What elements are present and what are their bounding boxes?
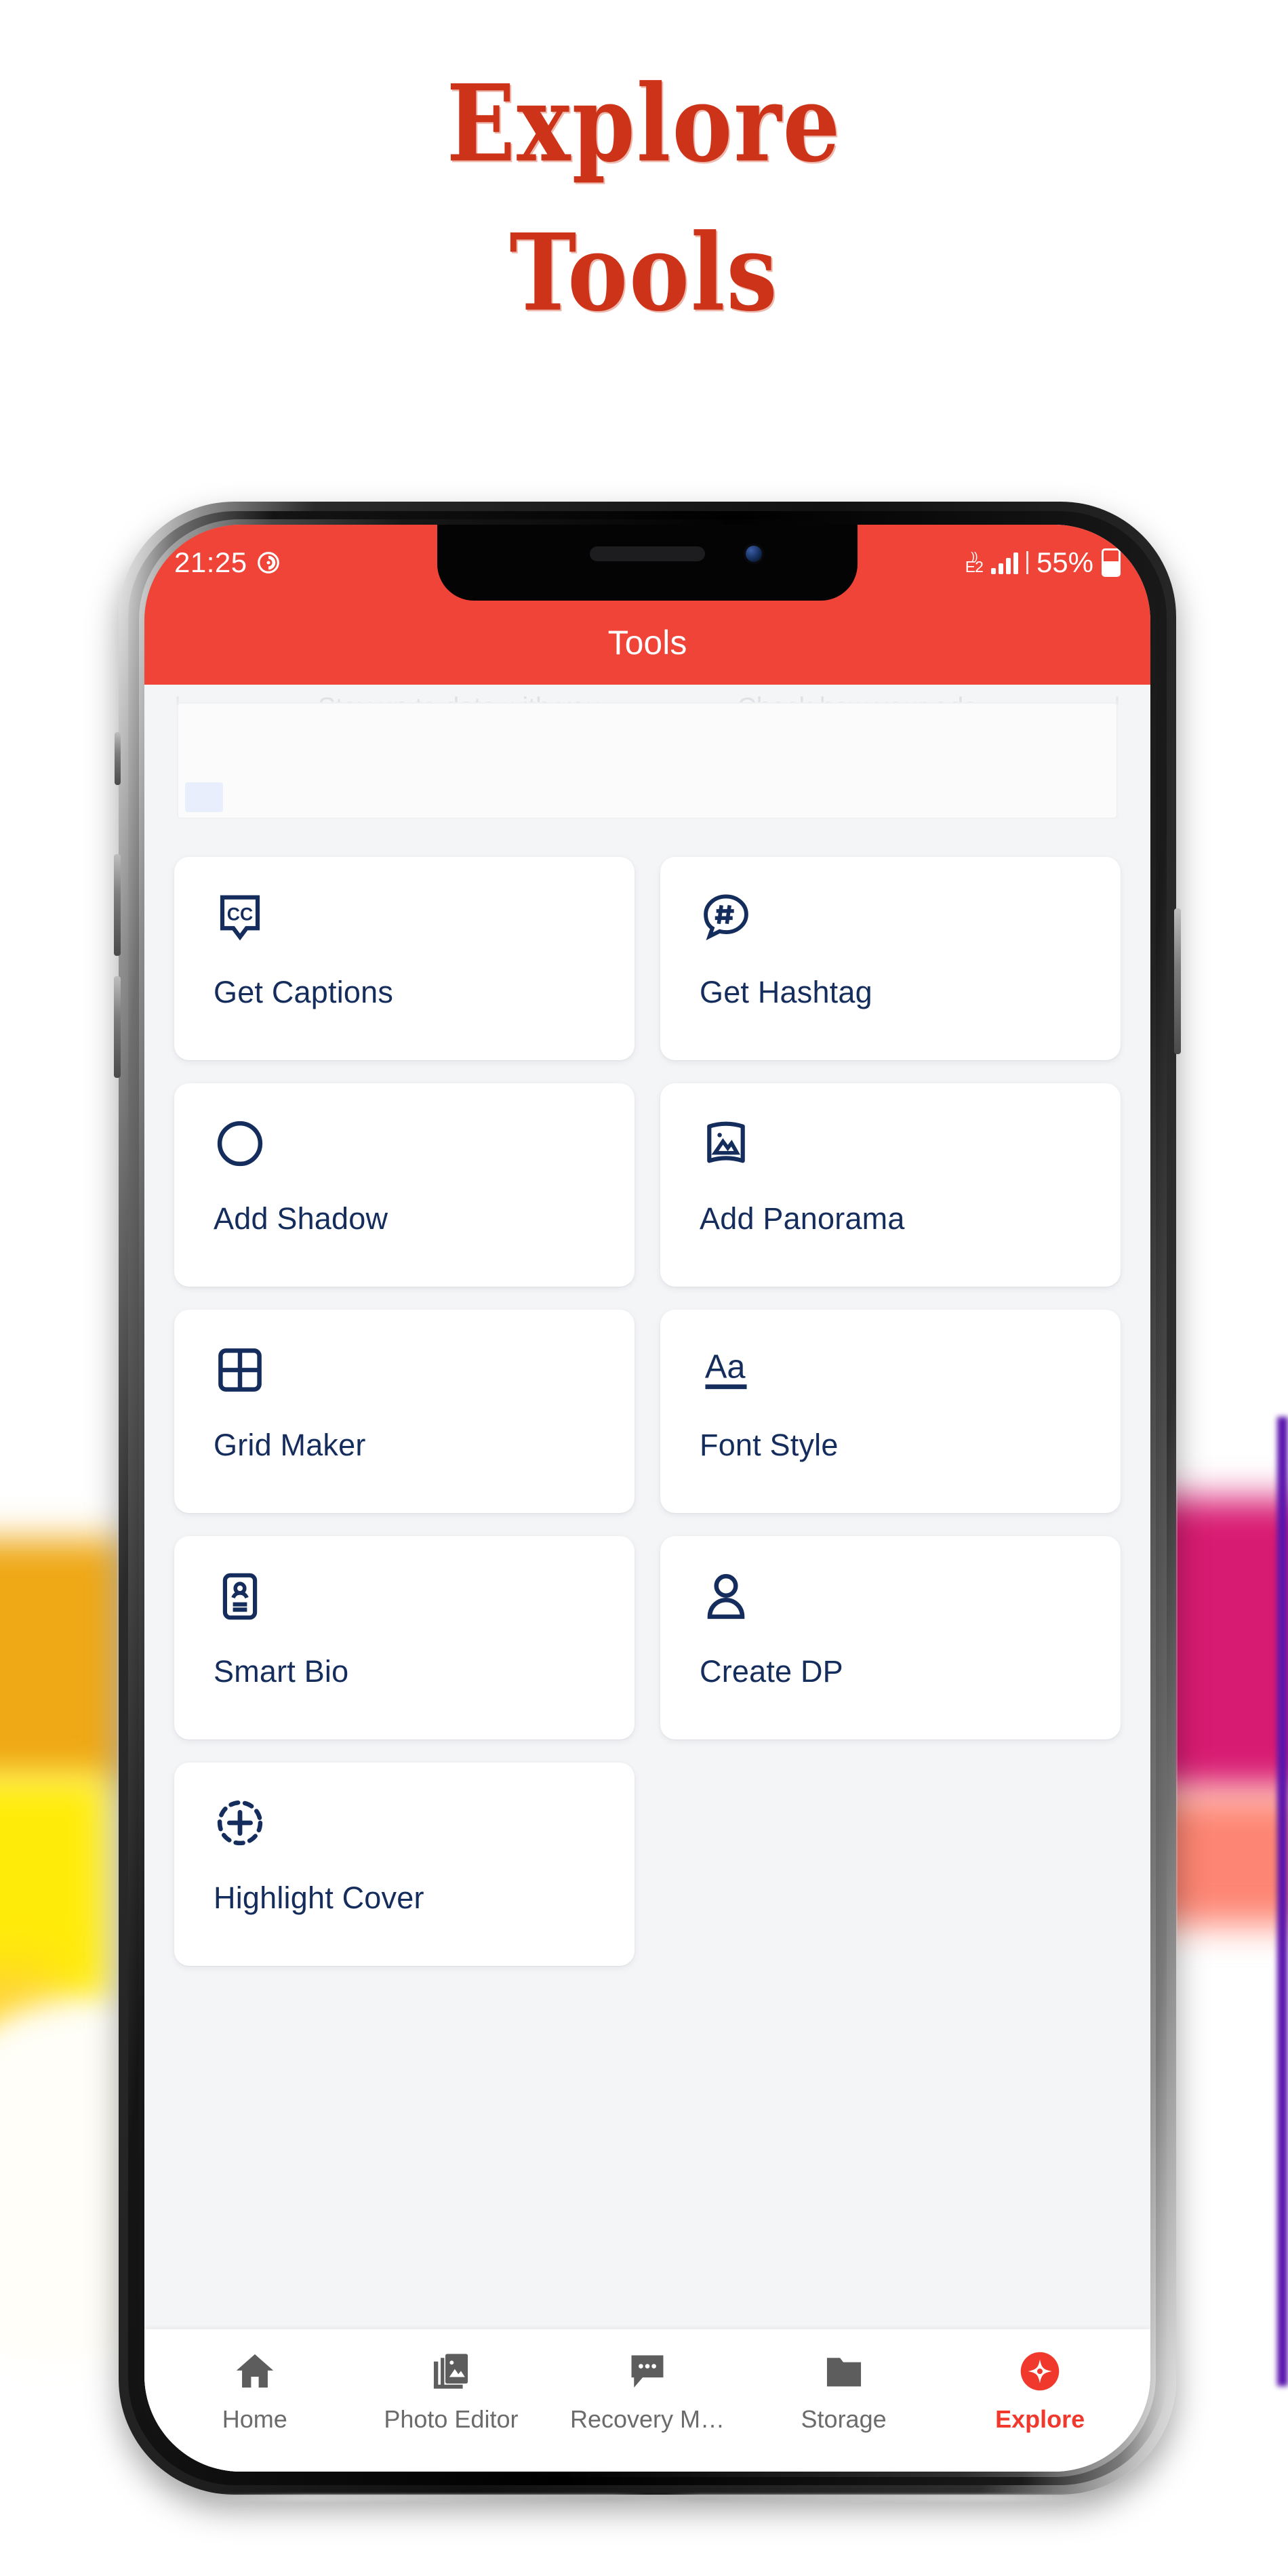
grid-2x2-icon	[214, 1344, 266, 1396]
volume-down-button[interactable]	[114, 976, 121, 1078]
tool-card-label: Smart Bio	[214, 1654, 349, 1689]
alarm-icon	[256, 550, 281, 576]
ad-ghost-box	[177, 702, 1118, 819]
promo-headline-line-2: Tools	[509, 211, 779, 336]
app-bar-title: Tools	[607, 624, 687, 662]
tool-card-label: Get Captions	[214, 975, 394, 1009]
tools-grid: Get Captions Get Hashtag Add Shadow Add Pan…	[174, 857, 1121, 1966]
tool-card-label: Create DP	[700, 1654, 843, 1689]
tool-card-add-shadow[interactable]: Add Shadow	[174, 1083, 635, 1287]
power-button[interactable]	[1174, 908, 1181, 1054]
panorama-icon	[700, 1117, 752, 1170]
blob-yellow-dark	[0, 1539, 122, 1783]
nav-item-label: Storage	[801, 2405, 887, 2433]
font-aa-icon	[700, 1344, 752, 1396]
page-body: | Stay up to date with you Check how you…	[144, 685, 1150, 2472]
nav-item-explore[interactable]: Explore	[942, 2350, 1138, 2434]
person-icon	[700, 1570, 752, 1623]
status-time: 21:25	[174, 546, 247, 578]
folder-icon	[822, 2350, 866, 2393]
tool-card-label: Highlight Cover	[214, 1880, 424, 1915]
nav-item-home[interactable]: Home	[157, 2350, 353, 2434]
tool-card-smart-bio[interactable]: Smart Bio	[174, 1536, 635, 1739]
compass-star-icon	[1018, 2350, 1062, 2393]
strip-purple	[1277, 1417, 1288, 2386]
signal-bars-icon	[990, 551, 1018, 574]
tool-card-get-captions[interactable]: Get Captions	[174, 857, 635, 1060]
phone-screen: 21:25 )) E2 55% Tools Get Captions Get H…	[144, 525, 1150, 2472]
bottom-navigation-bar: Home Photo Editor Recovery M… Storage Explor…	[144, 2329, 1150, 2472]
nav-item-label: Photo Editor	[384, 2405, 519, 2433]
status-bar-left: 21:25	[174, 546, 281, 579]
tool-card-label: Add Shadow	[214, 1201, 388, 1236]
battery-percent-label: 55%	[1036, 546, 1093, 578]
status-bar-right: )) E2 55%	[965, 546, 1121, 579]
status-divider	[1026, 551, 1028, 574]
shadow-circle-icon	[214, 1117, 266, 1170]
tool-card-label: Get Hashtag	[700, 975, 872, 1009]
nav-item-label: Explore	[995, 2405, 1085, 2433]
promo-headline: Explore Tools	[0, 62, 1288, 326]
tool-card-label: Font Style	[700, 1428, 839, 1462]
network-type-label: E2	[965, 557, 984, 576]
hashtag-bubble-icon	[700, 891, 752, 944]
nav-item-recovery-m-[interactable]: Recovery M…	[549, 2350, 746, 2434]
volume-up-button[interactable]	[114, 854, 121, 956]
id-card-icon	[214, 1570, 266, 1623]
ad-ghost-chip	[185, 782, 223, 812]
photo-book-icon	[429, 2350, 472, 2393]
dashed-circle-plus-icon	[214, 1796, 266, 1849]
nav-item-label: Home	[222, 2405, 287, 2433]
earpiece-speaker	[590, 546, 705, 561]
tool-card-label: Grid Maker	[214, 1428, 366, 1462]
tool-card-get-hashtag[interactable]: Get Hashtag	[660, 857, 1121, 1060]
front-camera-icon	[744, 544, 764, 564]
nav-item-label: Recovery M…	[569, 2405, 725, 2433]
phone-mockup: 21:25 )) E2 55% Tools Get Captions Get H…	[114, 502, 1181, 2501]
tool-card-grid-maker[interactable]: Grid Maker	[174, 1310, 635, 1513]
tool-card-label: Add Panorama	[700, 1201, 905, 1236]
promo-headline-line-1: Explore	[446, 62, 842, 186]
tool-card-create-dp[interactable]: Create DP	[660, 1536, 1121, 1739]
tool-card-font-style[interactable]: Font Style	[660, 1310, 1121, 1513]
nav-item-storage[interactable]: Storage	[746, 2350, 942, 2434]
app-bar: Tools	[144, 601, 1150, 685]
nav-item-photo-editor[interactable]: Photo Editor	[353, 2350, 550, 2434]
silence-switch[interactable]	[115, 732, 121, 785]
network-type-icon: )) E2	[965, 550, 984, 576]
closed-caption-icon	[214, 891, 266, 944]
chat-dots-icon	[626, 2350, 669, 2393]
home-icon	[233, 2350, 277, 2393]
ad-banner-placeholder[interactable]: | Stay up to date with you Check how you…	[174, 685, 1121, 841]
tool-card-add-panorama[interactable]: Add Panorama	[660, 1083, 1121, 1287]
phone-bottom-edge	[200, 2495, 1095, 2501]
tool-card-highlight-cover[interactable]: Highlight Cover	[174, 1763, 635, 1966]
phone-bezel: 21:25 )) E2 55% Tools Get Captions Get H…	[144, 525, 1150, 2472]
screen-notch	[437, 525, 858, 601]
battery-icon	[1102, 548, 1121, 577]
